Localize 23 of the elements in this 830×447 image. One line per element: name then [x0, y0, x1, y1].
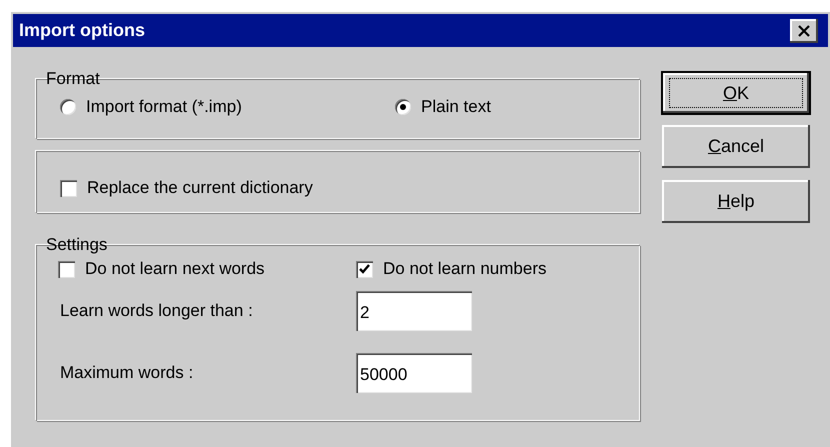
- checkbox-label[interactable]: Replace the current dictionary: [87, 178, 313, 198]
- radio-label[interactable]: Plain text: [421, 97, 491, 117]
- checkbox-label[interactable]: Do not learn numbers: [383, 259, 546, 279]
- checkbox[interactable]: [58, 260, 75, 278]
- dialog-button[interactable]: Cancel: [662, 125, 810, 168]
- input-field[interactable]: 2: [356, 291, 472, 331]
- close-button[interactable]: [790, 18, 818, 42]
- checkbox[interactable]: [60, 180, 77, 196]
- close-icon: [797, 24, 811, 36]
- field-label: Maximum words :: [60, 363, 194, 383]
- radio-button[interactable]: [395, 99, 411, 115]
- input-field[interactable]: 50000: [356, 353, 472, 393]
- dialog-button[interactable]: Help: [662, 180, 810, 223]
- dialog-button[interactable]: OK: [663, 73, 809, 113]
- field-label: Learn words longer than :: [60, 301, 254, 321]
- group-label: Settings: [45, 235, 108, 255]
- group-label: Format: [45, 69, 101, 89]
- radio-button[interactable]: [60, 99, 76, 115]
- window-title: Import options: [19, 20, 145, 41]
- checkbox-label[interactable]: Do not learn next words: [85, 259, 265, 279]
- checkbox[interactable]: [356, 260, 373, 278]
- radio-label[interactable]: Import format (*.imp): [86, 97, 242, 117]
- checkmark-icon: [359, 264, 370, 274]
